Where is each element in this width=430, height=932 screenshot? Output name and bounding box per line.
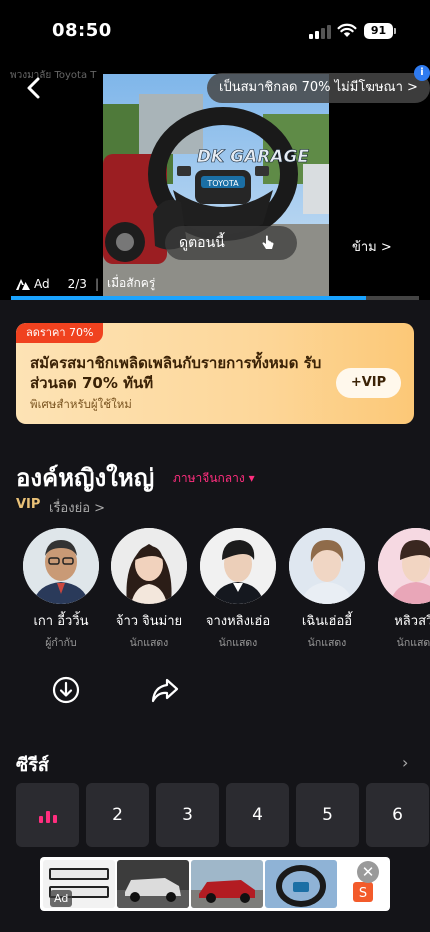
watch-now-label: ดูตอนนี้ xyxy=(179,235,225,251)
vip-no-ads-banner[interactable]: เป็นสมาชิกลด 70% ไม่มีโฆษณา > xyxy=(207,73,430,103)
episode-button[interactable]: 2 xyxy=(86,783,149,847)
avatar xyxy=(111,528,187,604)
cast-name: เฉินเฮ่ออี้ xyxy=(301,614,353,629)
ad-video-frame: TOYOTA DK GARAGE xyxy=(103,74,329,300)
cast-role: นักแสดง xyxy=(218,637,258,649)
skip-ad-button[interactable]: ข้าม > xyxy=(352,236,392,257)
series-heading: ซีรีส์ xyxy=(16,755,49,776)
status-time: 08:50 xyxy=(52,20,112,41)
show-title: องค์หญิงใหญ่ xyxy=(16,464,155,492)
wifi-icon xyxy=(337,23,357,37)
avatar xyxy=(23,528,99,604)
bottom-ad-label: Ad xyxy=(50,890,73,907)
cast-name: หลิวสวี่เ xyxy=(394,614,430,629)
ad-info-icon[interactable]: i xyxy=(414,65,430,81)
ad-info-row: Ad 2/3 | เมื่อสักครู่ xyxy=(16,274,155,293)
overlay-logo-text: DK GARAGE xyxy=(197,147,310,167)
back-arrow-icon[interactable] xyxy=(22,76,46,100)
cast-role: นักแสดง xyxy=(129,637,169,649)
ad-time-label: เมื่อสักครู่ xyxy=(106,276,156,290)
cast-member[interactable]: จางหลิงเฮ่อ นักแสดง xyxy=(193,528,283,651)
tap-hand-icon xyxy=(262,235,274,249)
ad-logo-icon xyxy=(16,278,30,290)
language-selector[interactable]: ภาษาจีนกลาง ▾ xyxy=(173,469,255,488)
ad-product-image xyxy=(191,860,263,908)
cast-role: นักแสดง xyxy=(307,637,347,649)
ad-product-image xyxy=(265,860,337,908)
episode-list: 2 3 4 5 6 xyxy=(16,783,430,847)
toyota-badge: TOYOTA xyxy=(206,179,239,188)
cast-name: เกา อี้ววิ้น xyxy=(33,614,89,629)
episode-playing[interactable] xyxy=(16,783,79,847)
ad-progress-fill xyxy=(11,296,366,300)
ad-product-image xyxy=(117,860,189,908)
vip-promo-card[interactable]: ลดราคา 70% สมัครสมาชิกเพลิดเพลินกับรายกา… xyxy=(16,323,414,424)
series-more-chevron-icon[interactable]: › xyxy=(402,753,408,772)
cast-role: นักแสดง xyxy=(396,637,430,649)
download-icon[interactable] xyxy=(52,676,80,704)
svg-text:S: S xyxy=(359,886,367,901)
watch-now-button[interactable]: ดูตอนนี้ xyxy=(165,226,297,260)
bottom-banner-ad[interactable]: Ad S xyxy=(40,857,390,911)
promo-subtitle: พิเศษสำหรับผู้ใช้ใหม่ xyxy=(30,397,132,411)
cast-member[interactable]: จ้าว จินม่าย นักแสดง xyxy=(104,528,194,651)
episode-button[interactable]: 6 xyxy=(366,783,429,847)
avatar xyxy=(289,528,365,604)
avatar xyxy=(378,528,430,604)
vip-badge: VIP xyxy=(16,497,41,512)
episode-button[interactable]: 4 xyxy=(226,783,289,847)
video-ad-player[interactable]: พวงมาลัย Toyota T TOYOTA DK GARAGE เป็นส… xyxy=(0,60,430,300)
episode-button[interactable]: 3 xyxy=(156,783,219,847)
join-vip-button[interactable]: +VIP xyxy=(336,368,401,398)
cast-list: เกา อี้ววิ้น ผู้กำกับ จ้าว จินม่าย นักแส… xyxy=(0,528,430,651)
share-icon[interactable] xyxy=(151,676,179,704)
episode-button[interactable]: 5 xyxy=(296,783,359,847)
status-bar: 08:50 91 xyxy=(0,0,430,60)
battery-icon: 91 xyxy=(364,23,396,39)
cast-name: จางหลิงเฮ่อ xyxy=(205,614,271,629)
cast-role: ผู้กำกับ xyxy=(45,637,77,649)
cellular-signal-icon xyxy=(309,25,331,39)
promo-title: สมัครสมาชิกเพลิดเพลินกับรายการทั้งหมด รั… xyxy=(30,354,322,392)
cast-name: จ้าว จินม่าย xyxy=(115,614,183,629)
close-ad-icon[interactable]: ✕ xyxy=(357,861,379,883)
ad-label: Ad xyxy=(34,276,50,291)
drama-detail-page: 08:50 91 พวงมาลัย Toyota T TOYOTA DK GAR… xyxy=(0,0,430,932)
synopsis-link[interactable]: เรื่องย่อ > xyxy=(49,497,105,518)
ad-counter: 2/3 xyxy=(67,276,87,291)
cast-member[interactable]: เฉินเฮ่ออี้ นักแสดง xyxy=(282,528,372,651)
avatar xyxy=(200,528,276,604)
ad-progress-bar xyxy=(11,296,419,300)
now-playing-icon xyxy=(39,807,57,823)
cast-member[interactable]: หลิวสวี่เ นักแสดง xyxy=(371,528,430,651)
cast-member[interactable]: เกา อี้ววิ้น ผู้กำกับ xyxy=(16,528,106,651)
discount-tag: ลดราคา 70% xyxy=(16,323,104,343)
